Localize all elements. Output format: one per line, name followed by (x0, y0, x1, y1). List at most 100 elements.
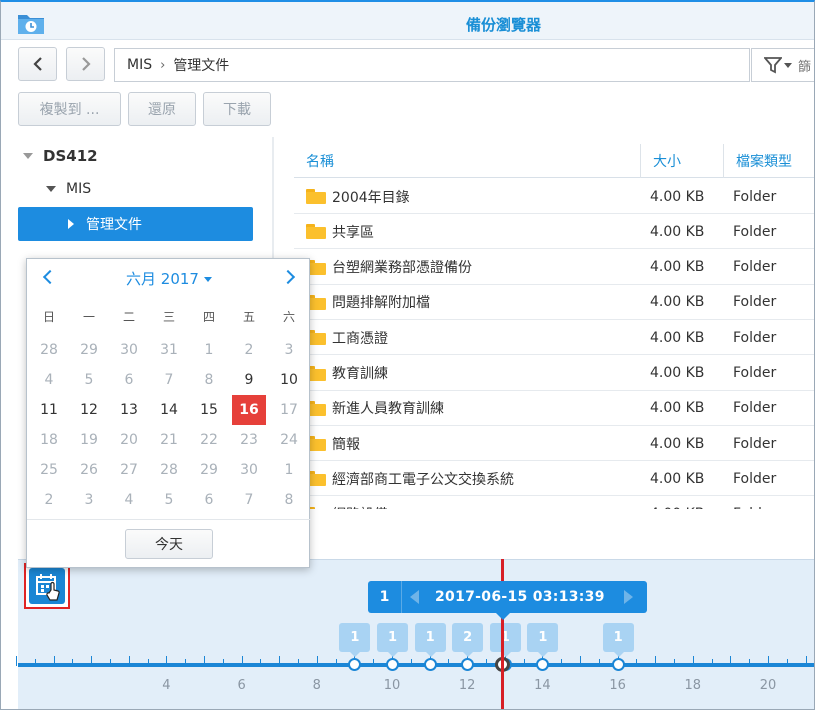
calendar-day[interactable]: 7 (149, 365, 189, 395)
path-segment-current[interactable]: 管理文件 (173, 55, 229, 75)
table-row[interactable]: 經濟部商工電子公文交換系統 4.00 KB Folder (294, 461, 814, 497)
column-header-size[interactable]: 大小 (641, 144, 724, 178)
prev-version-icon[interactable] (410, 590, 419, 604)
calendar-day[interactable]: 8 (269, 485, 309, 515)
timeline-tick (147, 659, 149, 665)
restore-button[interactable]: 還原 (128, 92, 196, 126)
calendar-day[interactable]: 2 (229, 335, 269, 365)
month-picker[interactable]: 六月 2017 (27, 268, 311, 289)
calendar-day[interactable]: 28 (149, 455, 189, 485)
tree-item-label: MIS (66, 181, 92, 197)
next-version-icon[interactable] (623, 590, 633, 604)
tree-item-selected[interactable]: 管理文件 (18, 207, 253, 241)
calendar-day[interactable]: 3 (69, 485, 109, 515)
calendar-day[interactable]: 1 (269, 455, 309, 485)
calendar-day[interactable]: 31 (149, 335, 189, 365)
forward-button[interactable] (66, 47, 105, 81)
file-name: 共享區 (332, 224, 374, 241)
calendar-day[interactable]: 24 (269, 425, 309, 455)
calendar-day[interactable]: 19 (69, 425, 109, 455)
calendar-day[interactable]: 9 (229, 365, 269, 395)
column-header-name[interactable]: 名稱 (294, 144, 641, 178)
calendar-day[interactable]: 5 (149, 485, 189, 515)
calendar-day[interactable]: 6 (189, 485, 229, 515)
size-cell: 4.00 KB (650, 470, 705, 487)
tree-item-ds412[interactable]: DS412 (23, 147, 98, 165)
backup-explorer-window: 備份瀏覽器 MIS › 管理文件 篩 複製到 ... 還原 下載 DS412 M… (0, 0, 815, 710)
version-count-bubble[interactable]: 1 (602, 623, 634, 657)
back-button[interactable] (18, 47, 57, 81)
column-header-type[interactable]: 檔案類型 (724, 144, 814, 178)
version-marker[interactable] (611, 658, 625, 671)
version-count-bubble[interactable]: 2 (452, 623, 484, 657)
calendar-day[interactable]: 11 (29, 395, 69, 425)
table-row[interactable]: 共享區 4.00 KB Folder (294, 214, 814, 250)
path-segment-mis[interactable]: MIS (127, 57, 152, 73)
tree-item-label: DS412 (43, 147, 98, 165)
version-marker[interactable] (423, 658, 437, 671)
calendar-button[interactable] (24, 563, 70, 609)
calendar-day[interactable]: 26 (69, 455, 109, 485)
calendar-day[interactable]: 12 (69, 395, 109, 425)
version-marker[interactable] (386, 658, 399, 671)
calendar-day[interactable]: 27 (109, 455, 149, 485)
version-count-bubble[interactable]: 1 (377, 623, 408, 657)
timeline-axis[interactable] (18, 663, 814, 667)
calendar-day[interactable]: 8 (189, 365, 229, 395)
calendar-day[interactable]: 14 (149, 395, 189, 425)
timeline-tick (580, 656, 581, 666)
expand-icon (46, 186, 56, 192)
version-count-bubble[interactable]: 1 (489, 623, 521, 657)
version-count-bubble[interactable]: 1 (339, 623, 371, 657)
size-cell: 4.00 KB (650, 294, 705, 311)
calendar-day[interactable]: 29 (189, 455, 229, 485)
table-row[interactable]: 2004年目錄 4.00 KB Folder (294, 179, 814, 214)
chevron-right-icon (81, 57, 91, 71)
calendar-day[interactable]: 4 (29, 365, 69, 395)
calendar-day[interactable]: 7 (229, 485, 269, 515)
tree-item-mis[interactable]: MIS (46, 181, 91, 197)
calendar-day-selected[interactable]: 16 (232, 395, 266, 425)
calendar-day[interactable]: 29 (69, 335, 109, 365)
calendar-day[interactable]: 23 (229, 425, 269, 455)
calendar-day[interactable]: 30 (229, 455, 269, 485)
calendar-day[interactable]: 10 (269, 365, 309, 395)
calendar-day[interactable]: 18 (29, 425, 69, 455)
timeline-axis-label: 14 (534, 678, 551, 693)
table-row[interactable]: 簡報 4.00 KB Folder (294, 426, 814, 462)
filter-button[interactable]: 篩 (751, 48, 814, 82)
calendar-day[interactable]: 3 (269, 335, 309, 365)
calendar-day[interactable]: 21 (149, 425, 189, 455)
version-count-bubble[interactable]: 1 (527, 623, 559, 657)
calendar-day[interactable]: 5 (69, 365, 109, 395)
type-cell: Folder (733, 329, 777, 346)
table-row[interactable]: 新進人員教育訓練 4.00 KB Folder (294, 391, 814, 426)
calendar-day[interactable]: 4 (109, 485, 149, 515)
calendar-day[interactable]: 25 (29, 455, 69, 485)
table-row[interactable]: 工商憑證 4.00 KB Folder (294, 320, 814, 356)
weekday-header: 四 (202, 309, 215, 324)
timeline-tick (110, 659, 111, 665)
calendar-day[interactable]: 17 (269, 395, 309, 425)
table-row[interactable]: 教育訓練 4.00 KB Folder (294, 356, 814, 391)
calendar-day[interactable]: 15 (189, 395, 229, 425)
timeline-tick (166, 656, 168, 666)
copy-to-button[interactable]: 複製到 ... (18, 92, 121, 126)
calendar-day[interactable]: 1 (189, 335, 229, 365)
name-cell: 工商憑證 (294, 320, 641, 355)
path-bar[interactable]: MIS › 管理文件 (114, 48, 750, 82)
table-row[interactable]: 問題排解附加檔 4.00 KB Folder (294, 285, 814, 320)
calendar-day[interactable]: 28 (29, 335, 69, 365)
today-button[interactable]: 今天 (125, 529, 213, 559)
calendar-day[interactable]: 20 (109, 425, 149, 455)
calendar-day[interactable]: 13 (109, 395, 149, 425)
download-button[interactable]: 下載 (203, 92, 271, 126)
calendar-day[interactable]: 30 (109, 335, 149, 365)
table-row[interactable]: 台塑網業務部憑證備份 4.00 KB Folder (294, 250, 814, 285)
calendar-day[interactable]: 22 (189, 425, 229, 455)
calendar-day[interactable]: 2 (29, 485, 69, 515)
version-count-bubble[interactable]: 1 (414, 623, 446, 657)
calendar-day[interactable]: 6 (109, 365, 149, 395)
size-cell: 4.00 KB (650, 223, 705, 240)
table-row[interactable]: 網路設備 4.00 KBFolder (294, 497, 814, 509)
